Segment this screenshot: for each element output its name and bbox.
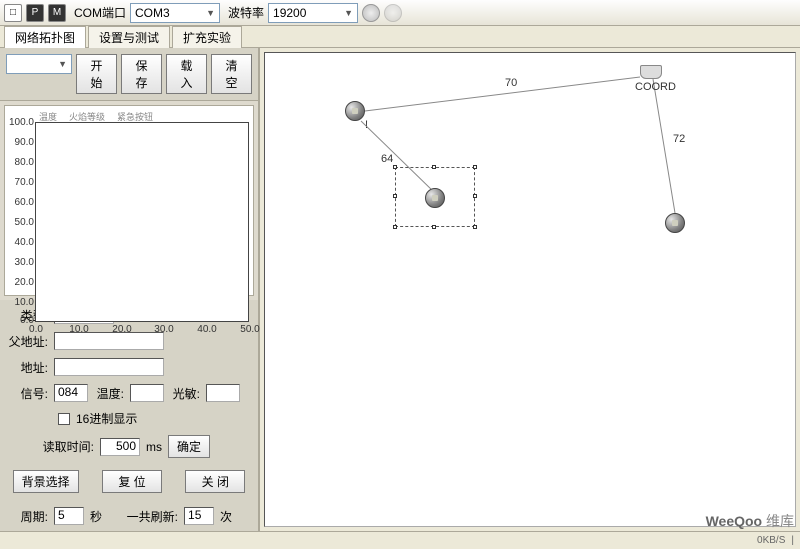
confirm-button[interactable]: 确定 bbox=[168, 435, 210, 458]
coord-label: COORD bbox=[635, 81, 676, 93]
unit-combo[interactable]: ▼ bbox=[6, 54, 72, 74]
tab-strip: 网络拓扑图 设置与测试 扩充实验 bbox=[0, 26, 800, 48]
top-toolbar: □ P M COM端口 COM3 ▼ 波特率 19200 ▼ bbox=[0, 0, 800, 26]
lux-label: 光敏: bbox=[170, 385, 200, 402]
sidebar: ▼ 开始 保存 载入 清空 温度 火焰等级 紧急按钮 100.0 90.0 80… bbox=[0, 48, 260, 531]
plot-panel: 温度 火焰等级 紧急按钮 100.0 90.0 80.0 70.0 60.0 5… bbox=[4, 105, 254, 296]
cycle-label: 周期: bbox=[8, 508, 48, 525]
close-button[interactable]: 关 闭 bbox=[185, 470, 245, 493]
disconnect-icon[interactable] bbox=[384, 4, 402, 22]
edge-label-64: 64 bbox=[381, 153, 393, 165]
cycle-field[interactable]: 5 bbox=[54, 507, 84, 525]
main-area: ▼ 开始 保存 载入 清空 温度 火焰等级 紧急按钮 100.0 90.0 80… bbox=[0, 48, 800, 531]
bgselect-button[interactable]: 背景选择 bbox=[13, 470, 79, 493]
coord-node[interactable] bbox=[640, 65, 662, 79]
sidebar-toolbar: ▼ 开始 保存 载入 清空 bbox=[0, 48, 258, 101]
tab-topology[interactable]: 网络拓扑图 bbox=[4, 26, 86, 48]
refresh-unit: 次 bbox=[220, 508, 232, 525]
port-combo[interactable]: COM3 ▼ bbox=[130, 3, 220, 23]
baud-combo[interactable]: 19200 ▼ bbox=[268, 3, 358, 23]
port-value: COM3 bbox=[135, 6, 170, 20]
node-a[interactable] bbox=[345, 101, 365, 121]
read-interval-label: 读取时间: bbox=[38, 438, 94, 455]
edge-label-72: 72 bbox=[673, 133, 685, 145]
toolbar-icon-2[interactable]: M bbox=[48, 4, 66, 22]
refresh-field[interactable]: 15 bbox=[184, 507, 214, 525]
status-rate: 0KB/S bbox=[757, 535, 785, 546]
topology-canvas[interactable]: COORD 70 72 64 ! bbox=[264, 52, 796, 527]
baud-value: 19200 bbox=[273, 6, 306, 20]
addr-label: 地址: bbox=[8, 359, 48, 376]
selection-box[interactable] bbox=[395, 167, 475, 227]
node-c[interactable] bbox=[665, 213, 685, 233]
temp-field[interactable] bbox=[130, 384, 164, 402]
chevron-down-icon: ▼ bbox=[206, 8, 215, 18]
tab-experiments[interactable]: 扩充实验 bbox=[172, 26, 242, 48]
toolbar-icon-1[interactable]: P bbox=[26, 4, 44, 22]
reset-button[interactable]: 复 位 bbox=[102, 470, 162, 493]
status-divider: | bbox=[791, 535, 794, 546]
baud-label: 波特率 bbox=[228, 4, 264, 21]
chevron-down-icon: ▼ bbox=[344, 8, 353, 18]
lux-field[interactable] bbox=[206, 384, 240, 402]
connect-icon[interactable] bbox=[362, 4, 380, 22]
signal-field[interactable]: 084 bbox=[54, 384, 88, 402]
refresh-label: 一共刷新: bbox=[122, 508, 178, 525]
status-bar: 0KB/S | bbox=[0, 531, 800, 549]
signal-label: 信号: bbox=[8, 385, 48, 402]
port-label: COM端口 bbox=[74, 4, 126, 21]
read-interval-field[interactable]: 500 bbox=[100, 438, 140, 456]
hex-label: 16进制显示 bbox=[76, 410, 137, 427]
addr-field[interactable] bbox=[54, 358, 164, 376]
cycle-unit: 秒 bbox=[90, 508, 102, 525]
read-interval-unit: ms bbox=[146, 440, 162, 454]
node-a-label: ! bbox=[365, 119, 368, 131]
clear-button[interactable]: 清空 bbox=[211, 54, 252, 94]
tab-settings[interactable]: 设置与测试 bbox=[88, 26, 170, 48]
save-button[interactable]: 保存 bbox=[121, 54, 162, 94]
temp-label: 温度: bbox=[94, 385, 124, 402]
app-icon[interactable]: □ bbox=[4, 4, 22, 22]
start-button[interactable]: 开始 bbox=[76, 54, 117, 94]
topology-edges bbox=[265, 53, 795, 526]
plot-axes[interactable]: 100.0 90.0 80.0 70.0 60.0 50.0 40.0 30.0… bbox=[35, 122, 249, 322]
hex-checkbox[interactable] bbox=[58, 413, 70, 425]
chevron-down-icon: ▼ bbox=[58, 59, 67, 69]
load-button[interactable]: 载入 bbox=[166, 54, 207, 94]
parent-addr-label: 父地址: bbox=[8, 333, 48, 350]
edge-label-70: 70 bbox=[505, 77, 517, 89]
